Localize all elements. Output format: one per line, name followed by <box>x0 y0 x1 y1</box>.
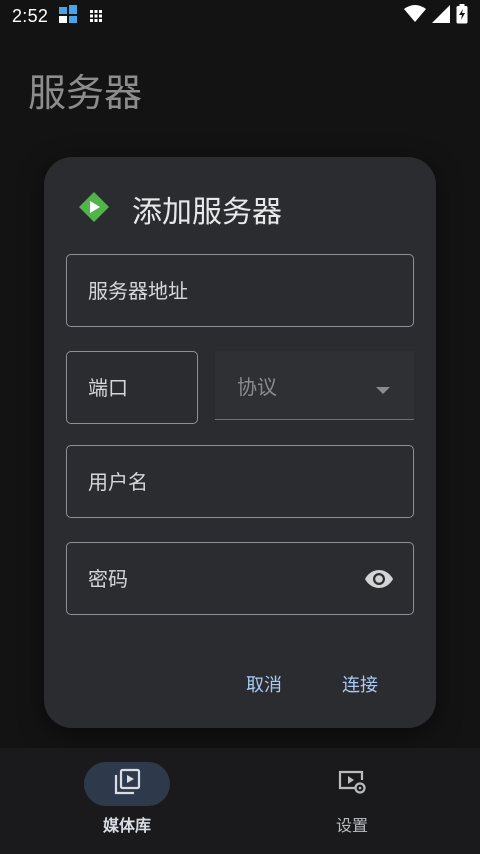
protocol-select[interactable]: 协议 <box>215 351 414 420</box>
protocol-select-label: 协议 <box>237 374 277 399</box>
server-address-field <box>66 254 414 327</box>
nav-item-settings[interactable]: 设置 <box>292 762 412 836</box>
eye-icon[interactable] <box>355 555 403 603</box>
nav-label-settings: 设置 <box>335 816 368 835</box>
nav-icon-container <box>309 762 395 806</box>
dialog-header: 添加服务器 <box>78 187 282 231</box>
nav-active-indicator <box>84 762 170 806</box>
screen: 2:52 服务器 添加服务器 服务器地址 端口 协议 用户名 取消 连接 媒体库… <box>0 0 480 854</box>
server-address-input[interactable] <box>67 255 413 326</box>
nav-item-media-library[interactable]: 媒体库 <box>67 762 187 836</box>
dropdown-arrow-icon <box>376 380 390 399</box>
nav-label-media-library: 媒体库 <box>102 816 151 835</box>
username-field <box>66 445 414 518</box>
connect-button[interactable]: 连接 <box>338 665 382 703</box>
port-field <box>66 351 337 424</box>
password-field <box>66 542 414 615</box>
emby-logo-icon <box>78 191 110 227</box>
bottom-navigation: 媒体库 设置 <box>0 748 480 854</box>
video-settings-icon <box>337 768 367 800</box>
dialog-title: 添加服务器 <box>132 195 282 230</box>
add-server-dialog: 添加服务器 协议 取消 <box>44 157 436 728</box>
video-library-icon <box>113 768 141 800</box>
username-input[interactable] <box>67 446 413 517</box>
password-input[interactable] <box>67 543 355 614</box>
cancel-button[interactable]: 取消 <box>242 665 286 703</box>
